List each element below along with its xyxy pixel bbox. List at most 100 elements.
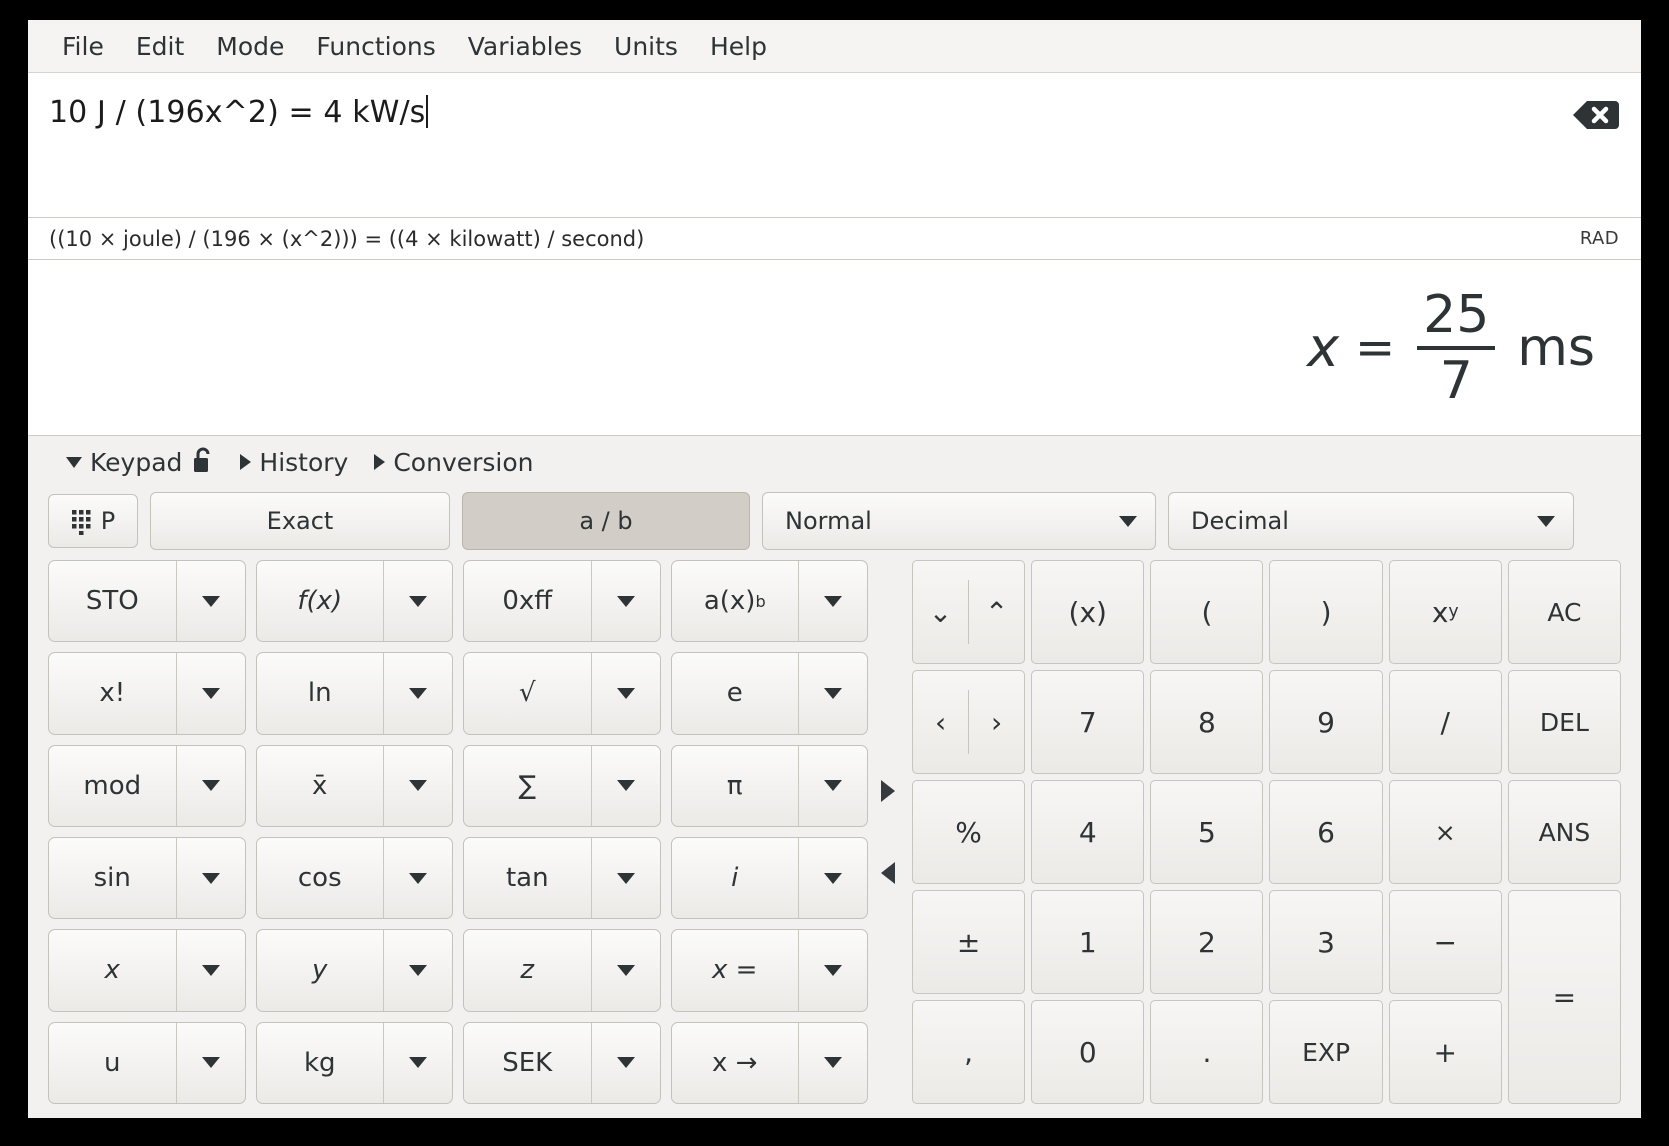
key-9[interactable]: 9 bbox=[1269, 670, 1382, 774]
function-key-dropdown[interactable] bbox=[177, 561, 245, 641]
function-key-convert[interactable]: x → bbox=[671, 1022, 869, 1104]
function-key-variable-x[interactable]: x bbox=[48, 929, 246, 1011]
function-key-variable-y[interactable]: y bbox=[256, 929, 454, 1011]
menu-item-functions[interactable]: Functions bbox=[300, 28, 451, 65]
function-key-dropdown[interactable] bbox=[592, 653, 660, 733]
key-3[interactable]: 3 bbox=[1269, 890, 1382, 994]
function-key-dropdown[interactable] bbox=[799, 1023, 867, 1103]
function-key-dropdown[interactable] bbox=[799, 838, 867, 918]
tab-keypad[interactable]: Keypad bbox=[66, 446, 214, 478]
function-key-dropdown[interactable] bbox=[177, 930, 245, 1010]
key-power[interactable]: xy bbox=[1389, 560, 1502, 664]
function-key-sqrt[interactable]: √ bbox=[463, 652, 661, 734]
function-key-dropdown[interactable] bbox=[799, 746, 867, 826]
function-key-dropdown[interactable] bbox=[177, 746, 245, 826]
function-key-unit-kg[interactable]: kg bbox=[256, 1022, 454, 1104]
key-open-paren[interactable]: ( bbox=[1150, 560, 1263, 664]
key-6[interactable]: 6 bbox=[1269, 780, 1382, 884]
function-key-dropdown[interactable] bbox=[177, 1023, 245, 1103]
base-select[interactable]: Decimal bbox=[1168, 492, 1574, 550]
key-multiply[interactable]: × bbox=[1389, 780, 1502, 884]
key-5[interactable]: 5 bbox=[1150, 780, 1263, 884]
tab-conversion[interactable]: Conversion bbox=[374, 448, 533, 477]
key-comma[interactable]: , bbox=[912, 1000, 1025, 1104]
previous-page-arrow-icon[interactable] bbox=[881, 862, 895, 884]
function-key-dropdown[interactable] bbox=[592, 838, 660, 918]
function-key-sto[interactable]: STO bbox=[48, 560, 246, 642]
nav-up-icon[interactable]: ⌃ bbox=[969, 561, 1024, 663]
function-key-dropdown[interactable] bbox=[384, 653, 452, 733]
function-key-dropdown[interactable] bbox=[592, 930, 660, 1010]
menu-item-mode[interactable]: Mode bbox=[200, 28, 300, 65]
keypad-layout-button[interactable]: P bbox=[48, 494, 138, 548]
function-key-currency-sek[interactable]: SEK bbox=[463, 1022, 661, 1104]
function-key-cos[interactable]: cos bbox=[256, 837, 454, 919]
function-key-pi[interactable]: π bbox=[671, 745, 869, 827]
function-key-dropdown[interactable] bbox=[384, 746, 452, 826]
nav-left-icon[interactable]: ‹ bbox=[913, 671, 968, 773]
function-key-dropdown[interactable] bbox=[799, 561, 867, 641]
menu-item-units[interactable]: Units bbox=[598, 28, 694, 65]
key-minus[interactable]: − bbox=[1389, 890, 1502, 994]
key-divide[interactable]: / bbox=[1389, 670, 1502, 774]
function-key-mean[interactable]: x̄ bbox=[256, 745, 454, 827]
menu-item-help[interactable]: Help bbox=[694, 28, 783, 65]
key-2[interactable]: 2 bbox=[1150, 890, 1263, 994]
key-0[interactable]: 0 bbox=[1031, 1000, 1144, 1104]
function-key-assign[interactable]: x = bbox=[671, 929, 869, 1011]
expression-input-area[interactable]: 10 J / (196x^2) = 4 kW/s bbox=[28, 73, 1641, 218]
key-equals[interactable]: = bbox=[1508, 890, 1621, 1104]
function-key-dropdown[interactable] bbox=[384, 838, 452, 918]
function-key-ln[interactable]: ln bbox=[256, 652, 454, 734]
key-percent[interactable]: % bbox=[912, 780, 1025, 884]
function-key-dropdown[interactable] bbox=[384, 561, 452, 641]
function-key-dropdown[interactable] bbox=[799, 653, 867, 733]
menu-item-variables[interactable]: Variables bbox=[452, 28, 598, 65]
key-answer[interactable]: ANS bbox=[1508, 780, 1621, 884]
key-7[interactable]: 7 bbox=[1031, 670, 1144, 774]
function-key-dropdown[interactable] bbox=[177, 653, 245, 733]
function-key-factorial[interactable]: x! bbox=[48, 652, 246, 734]
function-key-dropdown[interactable] bbox=[799, 930, 867, 1010]
function-key-e[interactable]: e bbox=[671, 652, 869, 734]
key-delete[interactable]: DEL bbox=[1508, 670, 1621, 774]
menu-item-edit[interactable]: Edit bbox=[120, 28, 200, 65]
key-8[interactable]: 8 bbox=[1150, 670, 1263, 774]
fraction-mode-button[interactable]: a / b bbox=[462, 492, 750, 550]
function-key-dropdown[interactable] bbox=[384, 1023, 452, 1103]
clear-input-icon[interactable] bbox=[1573, 99, 1619, 131]
function-key-unit-u[interactable]: u bbox=[48, 1022, 246, 1104]
expression-input[interactable]: 10 J / (196x^2) = 4 kW/s bbox=[49, 95, 428, 130]
menu-item-file[interactable]: File bbox=[46, 28, 120, 65]
key-plus-minus[interactable]: ± bbox=[912, 890, 1025, 994]
notation-select[interactable]: Normal bbox=[762, 492, 1156, 550]
function-key-dropdown[interactable] bbox=[592, 1023, 660, 1103]
tab-history[interactable]: History bbox=[240, 448, 348, 477]
function-key-dropdown[interactable] bbox=[384, 930, 452, 1010]
key-parentheses-pair[interactable]: (x) bbox=[1031, 560, 1144, 664]
key-plus[interactable]: + bbox=[1389, 1000, 1502, 1104]
nav-up-down-key[interactable]: ⌄ ⌃ bbox=[912, 560, 1025, 664]
nav-right-icon[interactable]: › bbox=[969, 671, 1024, 773]
function-key-dropdown[interactable] bbox=[592, 746, 660, 826]
function-key-imaginary[interactable]: i bbox=[671, 837, 869, 919]
function-key-dropdown[interactable] bbox=[177, 838, 245, 918]
nav-left-right-key[interactable]: ‹ › bbox=[912, 670, 1025, 774]
nav-down-icon[interactable]: ⌄ bbox=[913, 561, 968, 663]
function-key-dropdown[interactable] bbox=[592, 561, 660, 641]
key-4[interactable]: 4 bbox=[1031, 780, 1144, 884]
function-key-tan[interactable]: tan bbox=[463, 837, 661, 919]
function-key-fx[interactable]: f(x) bbox=[256, 560, 454, 642]
exact-mode-button[interactable]: Exact bbox=[150, 492, 450, 550]
function-key-sum[interactable]: ∑ bbox=[463, 745, 661, 827]
key-close-paren[interactable]: ) bbox=[1269, 560, 1382, 664]
unlocked-padlock-icon[interactable] bbox=[192, 446, 214, 478]
function-key-variable-z[interactable]: z bbox=[463, 929, 661, 1011]
function-key-mod[interactable]: mod bbox=[48, 745, 246, 827]
key-decimal-point[interactable]: . bbox=[1150, 1000, 1263, 1104]
function-key-hex[interactable]: 0xff bbox=[463, 560, 661, 642]
key-1[interactable]: 1 bbox=[1031, 890, 1144, 994]
key-exponent[interactable]: EXP bbox=[1269, 1000, 1382, 1104]
function-key-sin[interactable]: sin bbox=[48, 837, 246, 919]
key-all-clear[interactable]: AC bbox=[1508, 560, 1621, 664]
